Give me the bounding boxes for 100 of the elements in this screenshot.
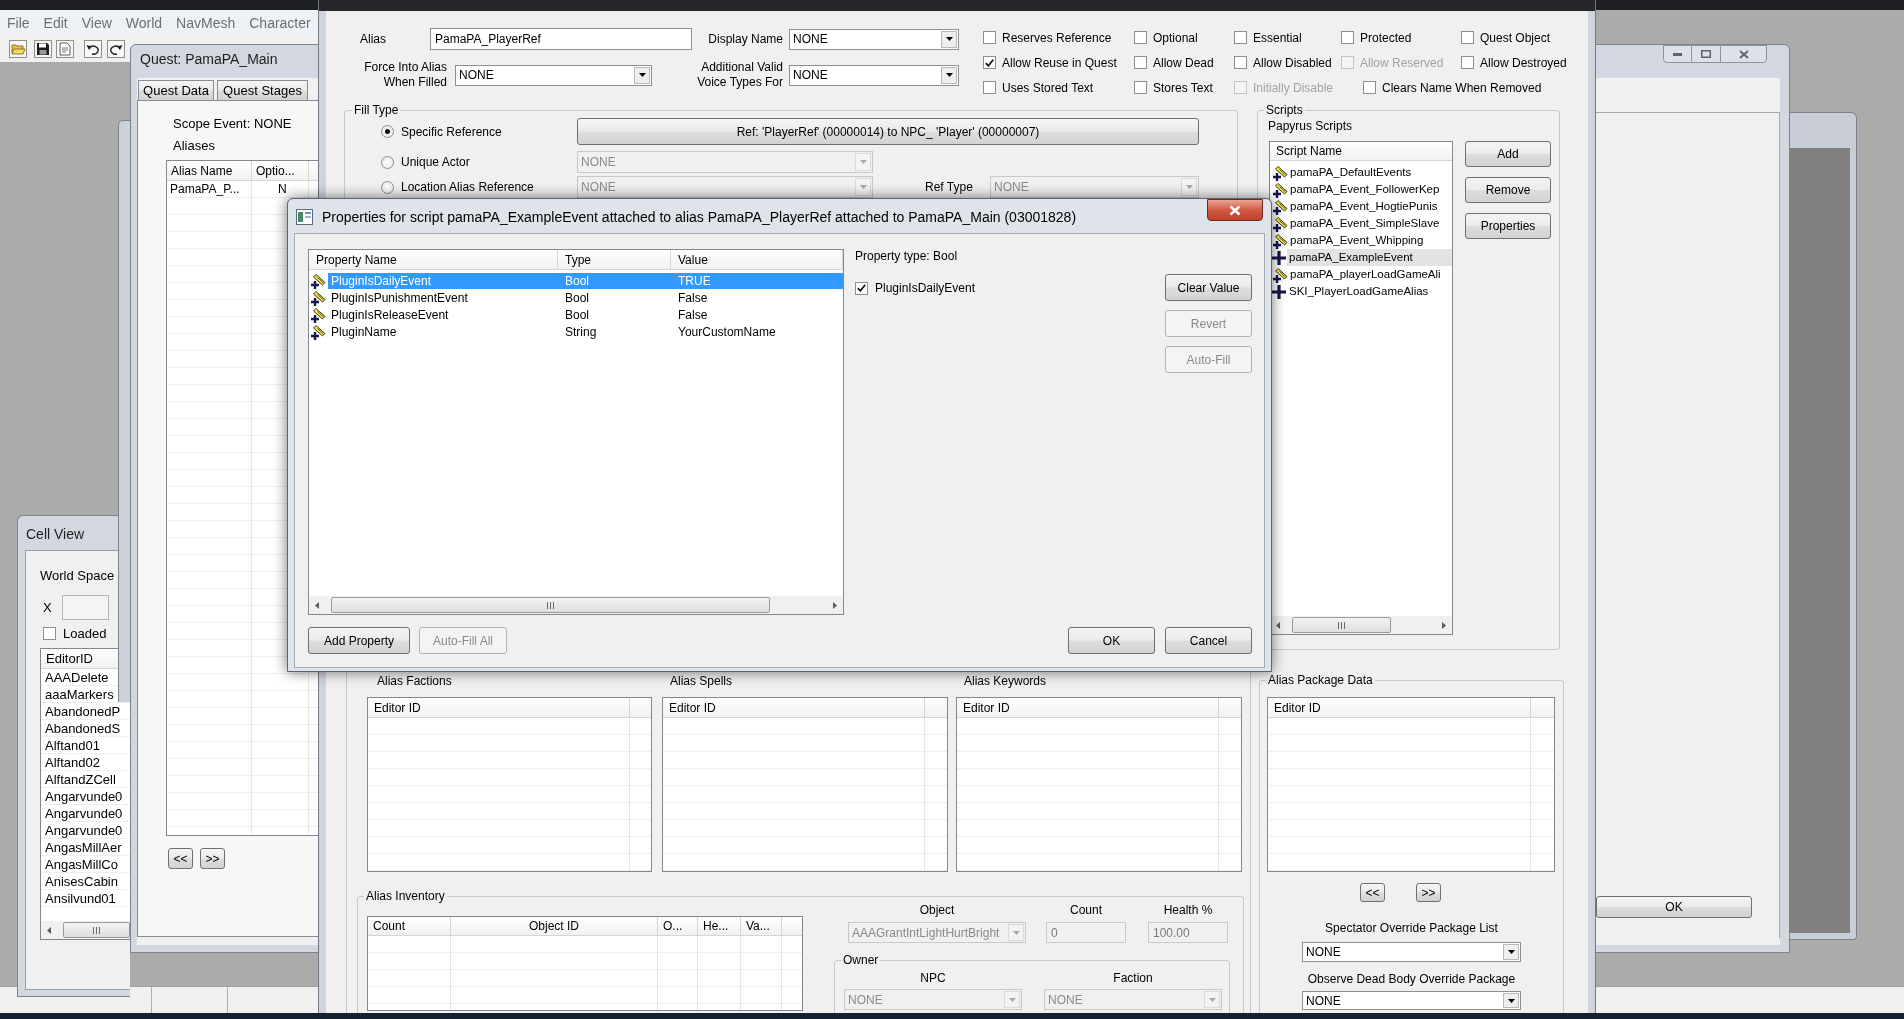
checkbox[interactable] bbox=[1234, 56, 1247, 69]
right-arrow-icon[interactable] bbox=[1442, 621, 1446, 629]
tab[interactable]: Quest Stages bbox=[217, 80, 308, 100]
checkbox[interactable] bbox=[855, 281, 868, 295]
column-header[interactable]: Script Name bbox=[1270, 142, 1452, 160]
ok-button[interactable]: OK bbox=[1068, 627, 1155, 654]
radio-button[interactable] bbox=[381, 180, 394, 194]
dropdown[interactable]: NONE bbox=[789, 28, 959, 50]
horizontal-scrollbar[interactable] bbox=[1270, 616, 1452, 634]
reference-button[interactable]: Ref: 'PlayerRef' (00000014) to NPC_ 'Player' (00000007) bbox=[577, 118, 1199, 145]
checkbox[interactable] bbox=[1363, 81, 1376, 94]
list-item[interactable]: SKI_PlayerLoadGameAlias bbox=[1287, 283, 1452, 300]
list-item[interactable]: Angarvunde0 bbox=[41, 805, 124, 822]
list-item[interactable]: AbandonedP bbox=[41, 703, 122, 720]
column-header[interactable]: Va... bbox=[741, 917, 782, 935]
dropdown[interactable]: NONE bbox=[789, 64, 959, 86]
column-header[interactable]: O... bbox=[658, 917, 698, 935]
next-button[interactable]: >> bbox=[200, 848, 225, 869]
checkbox[interactable] bbox=[1234, 31, 1247, 44]
column-header[interactable]: Alias Name bbox=[167, 161, 252, 180]
menu-item[interactable]: File bbox=[0, 14, 37, 31]
previous-button[interactable]: << bbox=[1360, 883, 1385, 902]
list-item[interactable]: pamaPA_Event_HogtiePunis bbox=[1288, 198, 1452, 215]
cancel-button[interactable]: Cancel bbox=[1165, 627, 1252, 654]
dropdown[interactable]: NONE bbox=[455, 64, 652, 86]
list-item[interactable]: Alftand02 bbox=[41, 754, 101, 771]
table-row[interactable]: PluginIsReleaseEvent Bool False bbox=[328, 306, 843, 323]
right-arrow-icon[interactable] bbox=[833, 601, 837, 609]
minimize-button[interactable] bbox=[1663, 45, 1692, 63]
radio-button[interactable] bbox=[381, 155, 394, 169]
checkbox[interactable] bbox=[43, 627, 56, 640]
horizontal-scrollbar[interactable] bbox=[41, 921, 130, 939]
list-item[interactable]: AbandonedS bbox=[41, 720, 122, 737]
list-item[interactable]: pamaPA_playerLoadGameAli bbox=[1288, 266, 1452, 283]
next-button[interactable]: >> bbox=[1416, 883, 1441, 902]
checkbox[interactable] bbox=[1134, 56, 1147, 69]
checkbox[interactable] bbox=[983, 56, 996, 69]
previous-button[interactable]: << bbox=[168, 848, 193, 869]
dropdown[interactable]: NONE bbox=[1302, 942, 1521, 962]
scrollbar-thumb[interactable] bbox=[331, 597, 770, 613]
checkbox[interactable] bbox=[1341, 31, 1354, 44]
left-arrow-icon[interactable] bbox=[1276, 621, 1280, 629]
list-item[interactable]: Angarvunde0 bbox=[41, 788, 124, 805]
checkbox-label: Stores Text bbox=[1153, 80, 1213, 95]
checkbox[interactable] bbox=[1134, 31, 1147, 44]
menu-item[interactable]: Character bbox=[242, 14, 318, 31]
column-header[interactable]: Object ID bbox=[451, 917, 658, 935]
menu-item[interactable]: NavMesh bbox=[169, 14, 243, 31]
redo-icon[interactable] bbox=[107, 39, 125, 58]
left-arrow-icon[interactable] bbox=[315, 601, 319, 609]
list-item[interactable]: pamaPA_DefaultEvents bbox=[1288, 164, 1452, 181]
list-item[interactable]: pamaPA_ExampleEvent bbox=[1287, 249, 1452, 266]
clear-value-button[interactable]: Clear Value bbox=[1165, 274, 1252, 301]
properties-button[interactable]: Properties bbox=[1465, 213, 1551, 239]
menu-item[interactable]: World bbox=[118, 14, 170, 31]
list-item[interactable]: AlftandZCell bbox=[41, 771, 117, 788]
scrollbar-thumb[interactable] bbox=[1292, 617, 1391, 633]
folder-icon[interactable] bbox=[9, 39, 27, 58]
checkbox[interactable] bbox=[983, 31, 996, 44]
undo-icon[interactable] bbox=[84, 39, 102, 58]
list-item[interactable]: Angarvunde0 bbox=[41, 822, 124, 839]
save-icon[interactable] bbox=[34, 39, 52, 58]
radio-button[interactable] bbox=[381, 125, 394, 138]
column-header[interactable]: He... bbox=[698, 917, 741, 935]
list-item[interactable]: AnisesCabin bbox=[41, 873, 119, 890]
scrollbar-thumb[interactable] bbox=[63, 922, 130, 938]
horizontal-scrollbar[interactable] bbox=[309, 596, 843, 614]
maximize-button[interactable] bbox=[1692, 45, 1720, 63]
add-property-button[interactable]: Add Property bbox=[308, 627, 410, 654]
table-row[interactable]: PluginIsPunishmentEvent Bool False bbox=[328, 289, 843, 306]
menu-item[interactable]: View bbox=[74, 14, 119, 31]
list-item[interactable]: Alftand01 bbox=[41, 737, 101, 754]
column-header[interactable]: Optio... bbox=[252, 161, 309, 180]
remove-button[interactable]: Remove bbox=[1465, 177, 1551, 203]
column-header[interactable]: Value bbox=[671, 250, 843, 269]
text-field[interactable] bbox=[61, 595, 109, 620]
dropdown[interactable]: NONE bbox=[1302, 991, 1521, 1010]
list-item[interactable]: AngasMillAer bbox=[41, 839, 123, 856]
text-field[interactable]: PamaPA_PlayerRef bbox=[430, 28, 692, 50]
checkbox[interactable] bbox=[1134, 81, 1147, 94]
close-button[interactable] bbox=[1207, 199, 1263, 221]
left-arrow-icon[interactable] bbox=[47, 926, 51, 934]
table-row[interactable]: PluginName String YourCustomName bbox=[328, 323, 843, 340]
column-header[interactable]: Count bbox=[368, 917, 451, 935]
list-item[interactable]: pamaPA_Event_Whipping bbox=[1288, 232, 1452, 249]
list-item[interactable]: pamaPA_Event_FollowerKep bbox=[1288, 181, 1452, 198]
add-button[interactable]: Add bbox=[1465, 141, 1551, 167]
tab[interactable]: Quest Data bbox=[138, 80, 214, 100]
column-header[interactable]: Type bbox=[558, 250, 671, 269]
menu-item[interactable]: Edit bbox=[36, 14, 75, 31]
checkbox[interactable] bbox=[1461, 56, 1474, 69]
checkbox[interactable] bbox=[1461, 31, 1474, 44]
column-header[interactable]: Property Name bbox=[309, 250, 558, 269]
ok-button[interactable]: OK bbox=[1596, 896, 1752, 918]
list-item[interactable]: aaaMarkers bbox=[41, 686, 115, 703]
checkbox[interactable] bbox=[983, 81, 996, 94]
list-item[interactable]: Ansilvund01 bbox=[41, 890, 117, 907]
list-item[interactable]: AngasMillCo bbox=[41, 856, 119, 873]
list-item[interactable]: AAADelete bbox=[41, 669, 110, 686]
list-item[interactable]: pamaPA_Event_SimpleSlave bbox=[1288, 215, 1452, 232]
